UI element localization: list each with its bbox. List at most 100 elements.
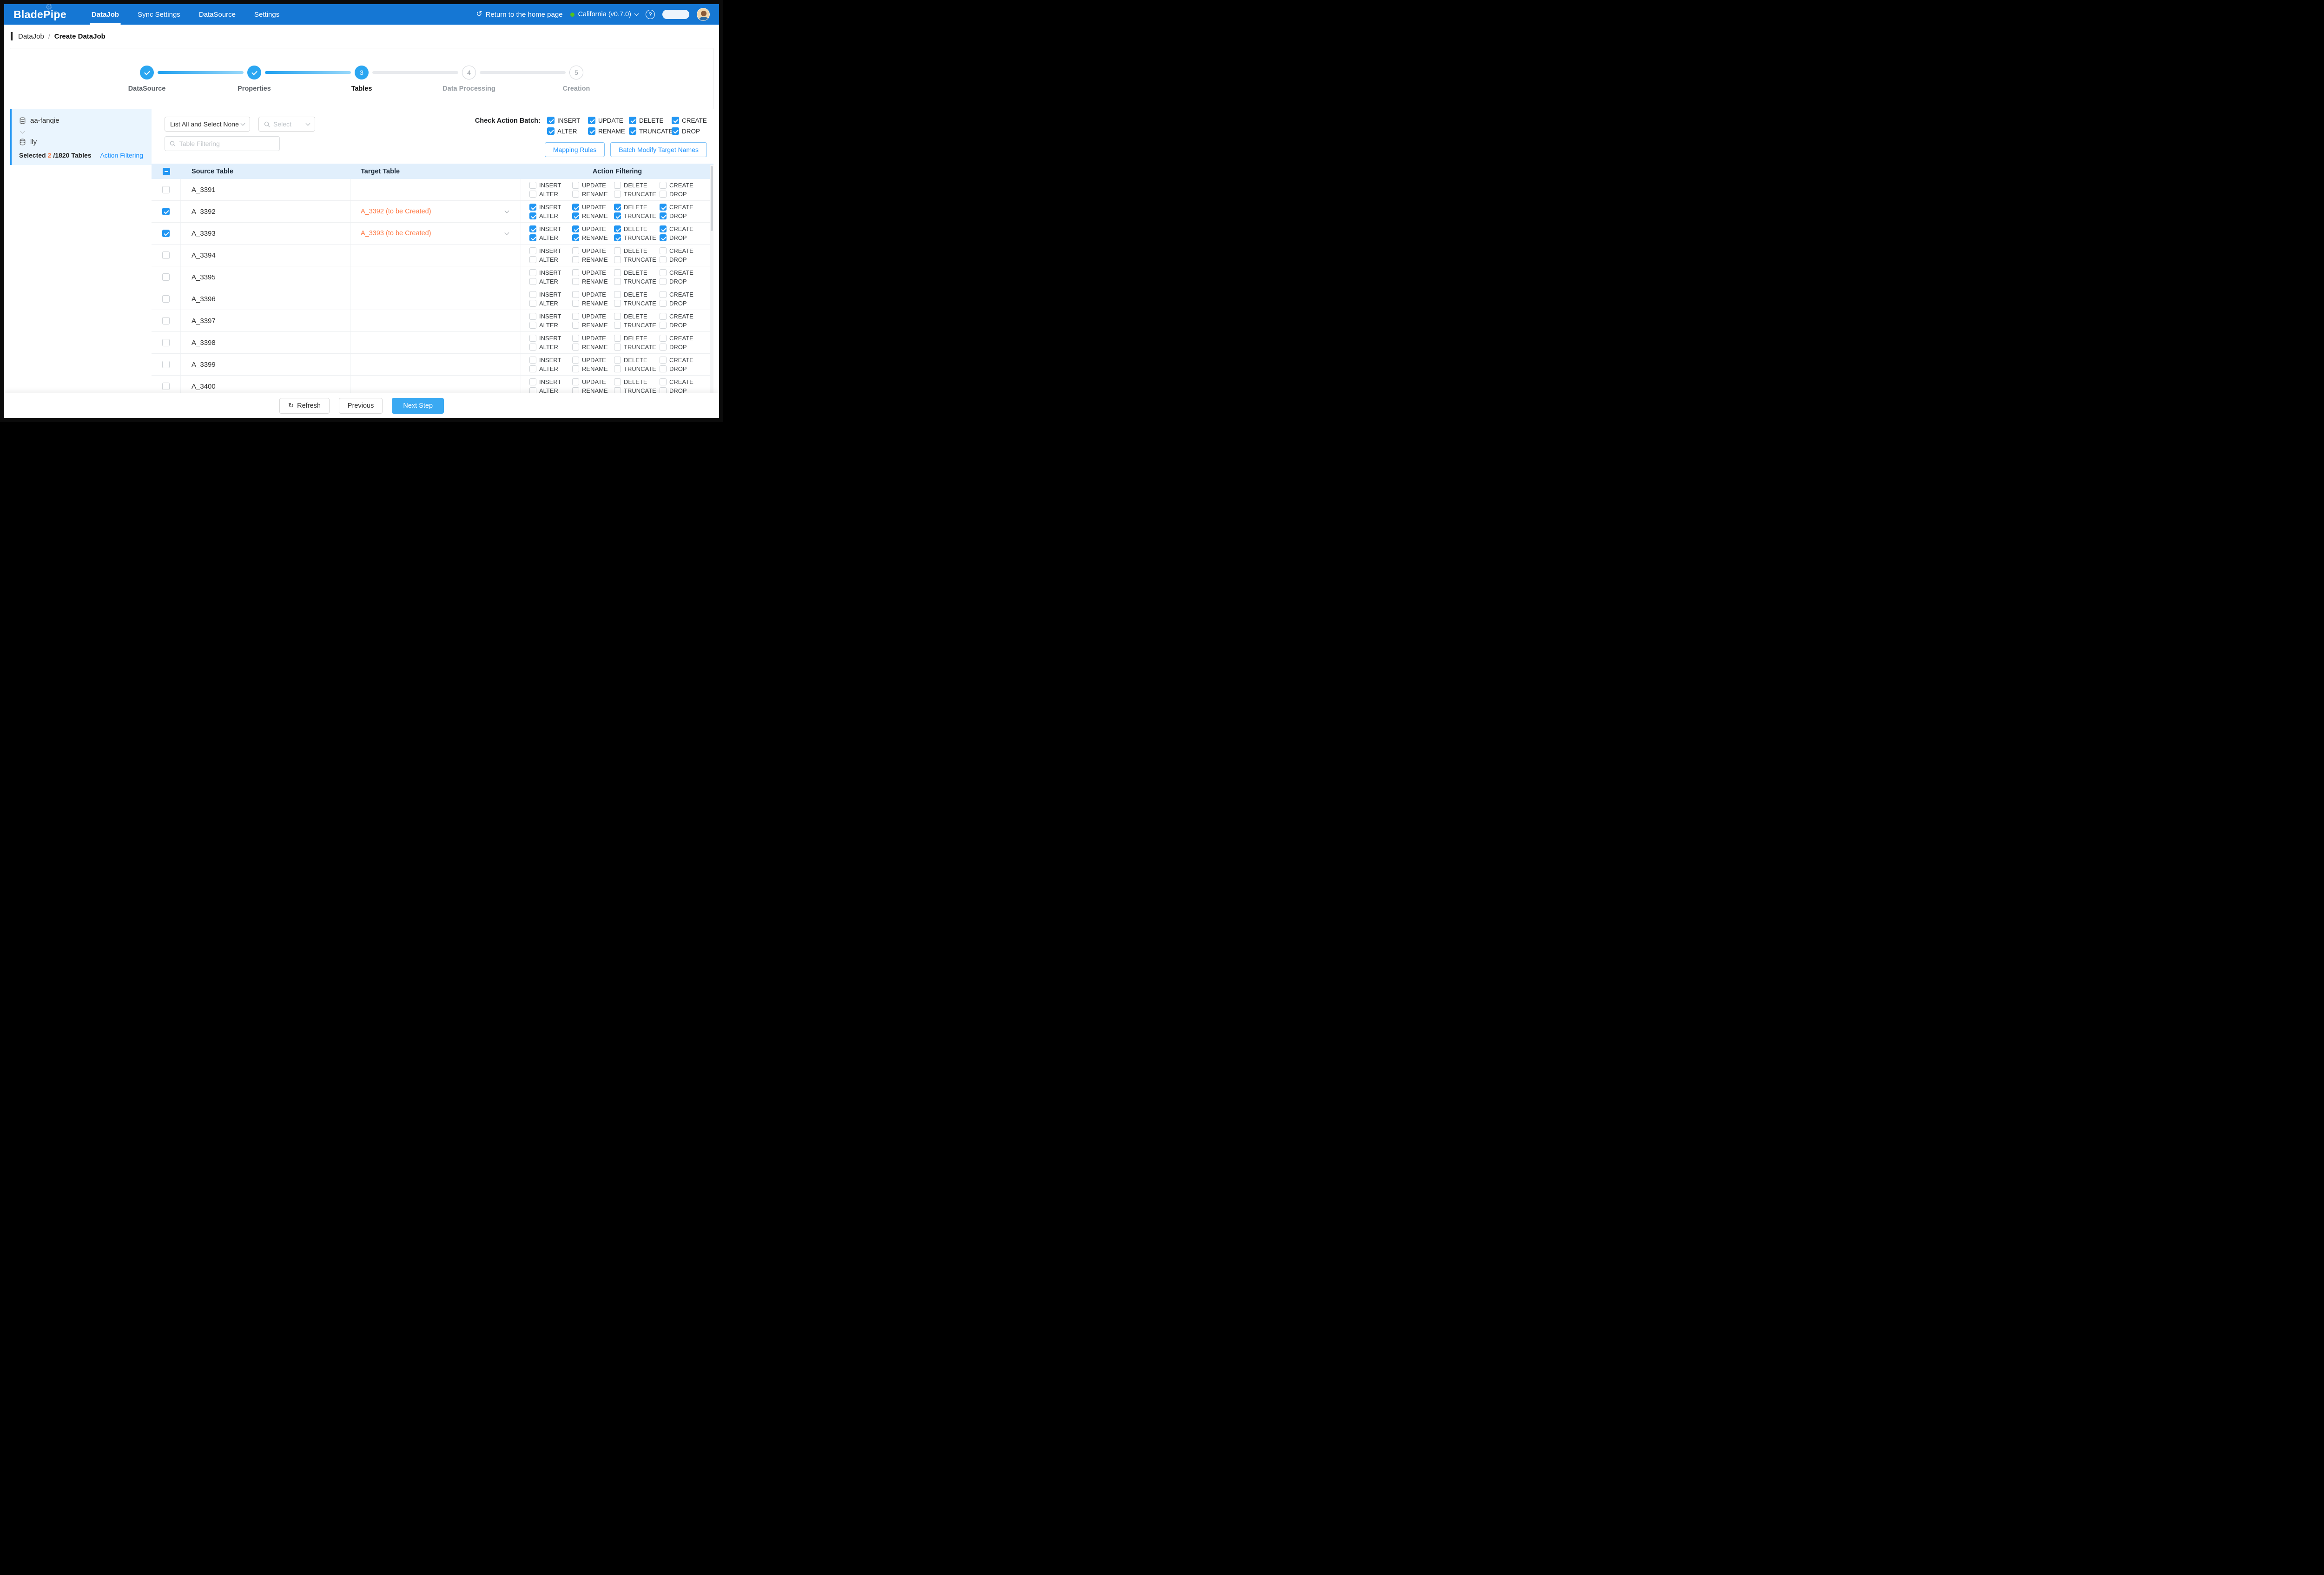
action-option-drop[interactable]: DROP: [660, 365, 695, 372]
rename-checkbox[interactable]: [572, 278, 579, 285]
action-option-alter[interactable]: ALTER: [529, 344, 572, 351]
update-checkbox[interactable]: [588, 117, 595, 124]
action-option-drop[interactable]: DROP: [660, 278, 695, 285]
action-option-create[interactable]: CREATE: [660, 313, 695, 320]
action-option-truncate[interactable]: TRUNCATE: [614, 300, 660, 307]
action-option-drop[interactable]: DROP: [672, 127, 707, 135]
action-option-alter[interactable]: ALTER: [529, 387, 572, 393]
drop-checkbox[interactable]: [660, 191, 667, 198]
delete-checkbox[interactable]: [614, 357, 621, 364]
action-option-insert[interactable]: INSERT: [529, 269, 572, 276]
alter-checkbox[interactable]: [529, 212, 536, 219]
action-option-truncate[interactable]: TRUNCATE: [629, 127, 672, 135]
delete-checkbox[interactable]: [614, 182, 621, 189]
rename-checkbox[interactable]: [572, 365, 579, 372]
row-select-checkbox[interactable]: [162, 251, 170, 259]
alter-checkbox[interactable]: [529, 300, 536, 307]
target-table-cell[interactable]: [351, 332, 521, 353]
insert-checkbox[interactable]: [529, 335, 536, 342]
insert-checkbox[interactable]: [529, 291, 536, 298]
drop-checkbox[interactable]: [660, 322, 667, 329]
row-select-checkbox[interactable]: [162, 339, 170, 346]
action-option-delete[interactable]: DELETE: [629, 117, 672, 124]
next-step-button[interactable]: Next Step: [392, 398, 444, 414]
delete-checkbox[interactable]: [614, 204, 621, 211]
nav-item-sync-settings[interactable]: Sync Settings: [128, 4, 190, 25]
action-option-update[interactable]: UPDATE: [572, 357, 614, 364]
action-option-truncate[interactable]: TRUNCATE: [614, 256, 660, 263]
update-checkbox[interactable]: [572, 357, 579, 364]
truncate-checkbox[interactable]: [614, 191, 621, 198]
action-option-alter[interactable]: ALTER: [529, 365, 572, 372]
action-option-update[interactable]: UPDATE: [572, 313, 614, 320]
action-option-alter[interactable]: ALTER: [529, 191, 572, 198]
create-checkbox[interactable]: [660, 291, 667, 298]
action-option-create[interactable]: CREATE: [660, 291, 695, 298]
truncate-checkbox[interactable]: [614, 344, 621, 351]
create-checkbox[interactable]: [660, 225, 667, 232]
return-home-link[interactable]: ↺ Return to the home page: [476, 11, 562, 19]
action-option-alter[interactable]: ALTER: [529, 212, 572, 219]
create-checkbox[interactable]: [660, 182, 667, 189]
action-option-create[interactable]: CREATE: [660, 335, 695, 342]
row-select-checkbox[interactable]: [162, 273, 170, 281]
action-option-alter[interactable]: ALTER: [529, 278, 572, 285]
create-checkbox[interactable]: [660, 247, 667, 254]
action-filtering-link[interactable]: Action Filtering: [100, 152, 146, 159]
action-option-truncate[interactable]: TRUNCATE: [614, 212, 660, 219]
action-option-create[interactable]: CREATE: [660, 378, 695, 385]
target-table-cell[interactable]: [351, 354, 521, 375]
delete-checkbox[interactable]: [614, 313, 621, 320]
action-option-insert[interactable]: INSERT: [529, 182, 572, 189]
insert-checkbox[interactable]: [547, 117, 555, 124]
target-table-cell[interactable]: [351, 179, 521, 200]
action-option-rename[interactable]: RENAME: [572, 344, 614, 351]
action-option-update[interactable]: UPDATE: [572, 269, 614, 276]
drop-checkbox[interactable]: [660, 212, 667, 219]
row-select-checkbox[interactable]: [162, 361, 170, 368]
row-select-checkbox[interactable]: [162, 186, 170, 193]
target-table-cell[interactable]: A_3392 (to be Created): [351, 201, 521, 222]
action-option-truncate[interactable]: TRUNCATE: [614, 278, 660, 285]
action-option-insert[interactable]: INSERT: [529, 378, 572, 385]
action-option-delete[interactable]: DELETE: [614, 269, 660, 276]
action-option-insert[interactable]: INSERT: [547, 117, 588, 124]
drop-checkbox[interactable]: [660, 387, 667, 393]
action-option-truncate[interactable]: TRUNCATE: [614, 387, 660, 393]
rename-checkbox[interactable]: [572, 234, 579, 241]
action-option-rename[interactable]: RENAME: [572, 322, 614, 329]
action-option-rename[interactable]: RENAME: [572, 191, 614, 198]
action-option-truncate[interactable]: TRUNCATE: [614, 344, 660, 351]
alter-checkbox[interactable]: [529, 234, 536, 241]
create-checkbox[interactable]: [660, 313, 667, 320]
rename-checkbox[interactable]: [572, 387, 579, 393]
truncate-checkbox[interactable]: [614, 278, 621, 285]
action-option-delete[interactable]: DELETE: [614, 225, 660, 232]
previous-button[interactable]: Previous: [339, 398, 383, 414]
drop-checkbox[interactable]: [660, 256, 667, 263]
action-option-create[interactable]: CREATE: [660, 225, 695, 232]
action-option-rename[interactable]: RENAME: [572, 256, 614, 263]
insert-checkbox[interactable]: [529, 357, 536, 364]
nav-item-datajob[interactable]: DataJob: [82, 4, 128, 25]
drop-checkbox[interactable]: [660, 234, 667, 241]
action-option-delete[interactable]: DELETE: [614, 182, 660, 189]
action-option-delete[interactable]: DELETE: [614, 247, 660, 254]
target-table-cell[interactable]: [351, 288, 521, 310]
action-option-drop[interactable]: DROP: [660, 234, 695, 241]
drop-checkbox[interactable]: [660, 365, 667, 372]
alter-checkbox[interactable]: [529, 256, 536, 263]
nav-item-settings[interactable]: Settings: [245, 4, 289, 25]
create-checkbox[interactable]: [660, 204, 667, 211]
list-select-dropdown[interactable]: List All and Select None: [165, 117, 250, 132]
alter-checkbox[interactable]: [529, 365, 536, 372]
action-option-insert[interactable]: INSERT: [529, 225, 572, 232]
truncate-checkbox[interactable]: [629, 127, 636, 135]
action-option-truncate[interactable]: TRUNCATE: [614, 365, 660, 372]
alter-checkbox[interactable]: [529, 387, 536, 393]
table-filter-input[interactable]: [179, 140, 275, 147]
select-all-checkbox[interactable]: [163, 168, 170, 175]
target-table-cell[interactable]: [351, 266, 521, 288]
update-checkbox[interactable]: [572, 313, 579, 320]
refresh-button[interactable]: ↻ Refresh: [279, 398, 330, 414]
